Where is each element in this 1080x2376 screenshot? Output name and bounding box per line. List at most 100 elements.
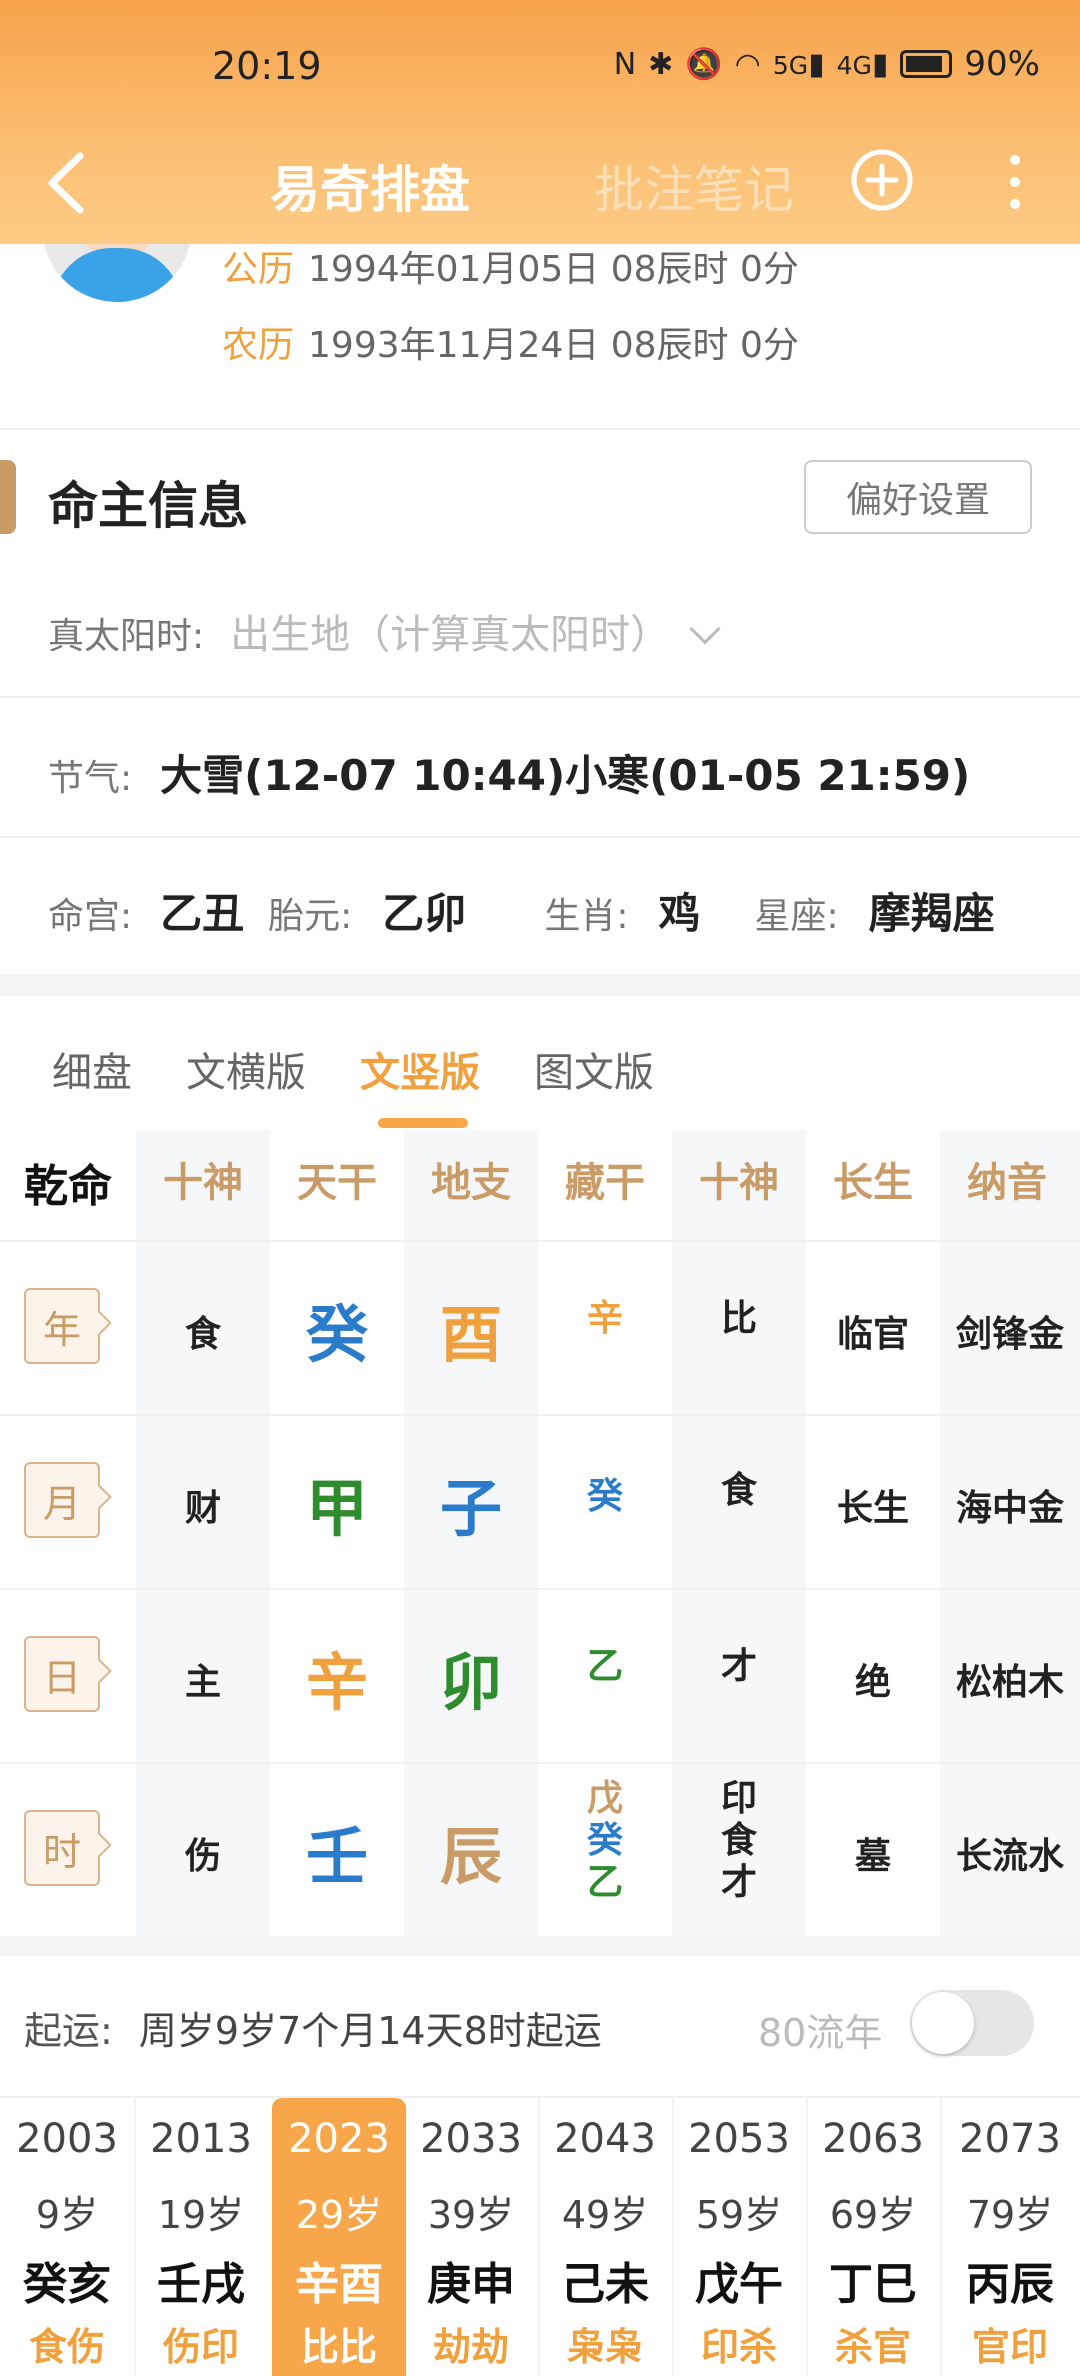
luck-year: 2073 <box>959 2116 1061 2162</box>
year-life-stage: 临官 <box>836 1314 909 1355</box>
luck-column[interactable]: 2053 59岁 戊午 印杀 <box>672 2098 806 2376</box>
column-bg <box>940 1130 1080 1936</box>
luck-age: 69岁 <box>829 2193 917 2237</box>
luck-column[interactable]: 2073 79岁 丙辰 官印 <box>940 2098 1080 2376</box>
status-bar: 20:19 N ✱ 🔕 ◠ 5G▮ 4G▮ 90% <box>0 0 1080 130</box>
header-life-stage: 长生 <box>833 1160 913 1206</box>
day-hidden-ten-god: 才 <box>720 1646 757 1687</box>
tab-text-horizontal[interactable]: 文横版 <box>186 1040 306 1098</box>
luck-start-label: 起运: <box>24 2009 113 2053</box>
signal-5g-icon: 5G▮ <box>772 46 825 82</box>
luck-divider <box>806 2098 808 2376</box>
luck-divider <box>538 2098 540 2376</box>
day-nayin: 松柏木 <box>955 1662 1064 1703</box>
toggle-knob <box>912 1992 974 2054</box>
liunian-toggle[interactable] <box>910 1990 1034 2056</box>
hour-ten-god: 伤 <box>184 1836 221 1877</box>
header-heavenly-stem: 天干 <box>297 1160 377 1206</box>
net1-label: 5G <box>772 50 809 80</box>
luck-column[interactable]: 2013 19岁 壬戌 伤印 <box>134 2098 268 2376</box>
luck-age: 39岁 <box>427 2193 515 2237</box>
luck-year: 2063 <box>822 2116 924 2162</box>
pillar-day-tag[interactable]: 日 <box>24 1636 100 1712</box>
zodiac-label: 生肖: <box>544 896 629 937</box>
tab-detail[interactable]: 细盘 <box>52 1040 132 1098</box>
hour-nayin: 长流水 <box>955 1836 1064 1877</box>
true-solar-time-row[interactable]: 真太阳时: 出生地（计算真太阳时） <box>48 602 721 660</box>
luck-divider <box>672 2098 674 2376</box>
solar-tag: 公历 <box>222 249 295 290</box>
luck-ten-gods: 印杀 <box>700 2325 777 2369</box>
constellation-label: 星座: <box>754 896 839 937</box>
luck-column[interactable]: 2003 9岁 癸亥 食伤 <box>0 2098 134 2376</box>
active-tab-indicator <box>378 1118 468 1128</box>
battery-icon <box>900 50 953 78</box>
luck-age: 29岁 <box>295 2193 383 2237</box>
luck-column[interactable]: 2043 49岁 己未 枭枭 <box>538 2098 672 2376</box>
solar-date-row: 公历 1994年01月05日 08辰时 0分 <box>222 240 799 292</box>
column-bg <box>136 1130 270 1936</box>
luck-ganzhi: 壬戌 <box>157 2259 245 2310</box>
year-stem: 癸 <box>305 1298 368 1371</box>
luck-ten-gods: 杀官 <box>834 2325 911 2369</box>
month-hidden-stem: 癸 <box>586 1476 623 1517</box>
luck-year: 2013 <box>150 2116 252 2162</box>
true-solar-select[interactable]: 出生地（计算真太阳时） <box>230 602 670 660</box>
pillar-month-tag[interactable]: 月 <box>24 1462 100 1538</box>
status-icons: N ✱ 🔕 ◠ 5G▮ 4G▮ 90% <box>614 44 1040 84</box>
net2-label: 4G <box>836 50 872 80</box>
zodiac-value: 鸡 <box>658 889 701 938</box>
luck-ten-gods: 比比 <box>300 2325 377 2369</box>
pillar-year-tag[interactable]: 年 <box>24 1288 100 1364</box>
hour-hidden-stem-2: 癸 <box>586 1820 623 1861</box>
solar-date: 1994年01月05日 08辰时 0分 <box>308 249 799 290</box>
taiyuan-label: 胎元: <box>268 896 353 937</box>
tab-text-vertical[interactable]: 文竖版 <box>360 1040 480 1098</box>
luck-ganzhi: 己未 <box>561 2259 649 2310</box>
luck-age: 19岁 <box>157 2193 245 2237</box>
year-hidden-stem: 辛 <box>586 1298 623 1339</box>
gray-separator <box>0 974 1080 996</box>
row-divider <box>0 1414 1080 1416</box>
chevron-down-icon[interactable] <box>689 613 721 645</box>
luck-column[interactable]: 2033 39岁 庚申 劫劫 <box>404 2098 538 2376</box>
pillar-hour-tag[interactable]: 时 <box>24 1810 100 1886</box>
luck-column[interactable]: 2063 69岁 丁巳 杀官 <box>806 2098 940 2376</box>
luck-ganzhi: 丙辰 <box>966 2259 1054 2310</box>
luck-ganzhi: 癸亥 <box>23 2259 111 2310</box>
luck-column-active[interactable]: 2023 29岁 辛酉 比比 <box>272 2098 406 2376</box>
day-life-stage: 绝 <box>854 1662 891 1703</box>
luck-start-row: 起运: 周岁9岁7个月14天8时起运 <box>24 2000 602 2055</box>
wifi-icon: ◠ <box>734 46 761 82</box>
divider <box>0 696 1080 698</box>
minggong-label: 命宫: <box>48 896 133 937</box>
tab-graphic[interactable]: 图文版 <box>534 1040 654 1098</box>
gender-label: 乾命 <box>24 1161 112 1212</box>
hour-hidden-stem-1: 戊 <box>586 1778 623 1819</box>
back-icon[interactable] <box>40 148 100 218</box>
solar-terms-row: 节气: 大雪(12-07 10:44)小寒(01-05 21:59) <box>48 742 970 803</box>
luck-divider <box>940 2098 942 2376</box>
luck-year: 2003 <box>16 2116 118 2162</box>
more-icon[interactable] <box>1000 150 1030 214</box>
lunar-tag: 农历 <box>222 325 295 366</box>
section-accent-bar <box>0 460 16 534</box>
day-stem: 辛 <box>305 1646 368 1719</box>
month-hidden-ten-god: 食 <box>720 1470 757 1511</box>
preference-settings-button[interactable]: 偏好设置 <box>804 460 1032 534</box>
luck-divider <box>134 2098 136 2376</box>
header-hidden-stem: 藏干 <box>565 1160 645 1206</box>
liunian-label: 80流年 <box>758 2011 883 2055</box>
extra-info-row: 命宫: 乙丑 胎元: 乙卯 生肖: 鸡 星座: 摩羯座 <box>48 880 995 941</box>
month-nayin: 海中金 <box>955 1488 1064 1529</box>
month-ten-god: 财 <box>184 1488 221 1529</box>
page-title: 易奇排盘 <box>270 161 470 219</box>
year-nayin: 剑锋金 <box>955 1314 1064 1355</box>
hour-hidden-ten-god-3: 才 <box>720 1862 757 1903</box>
app-header: 20:19 N ✱ 🔕 ◠ 5G▮ 4G▮ 90% 易奇排盘 批注笔记 <box>0 0 1080 244</box>
hour-branch: 辰 <box>439 1820 502 1893</box>
add-icon[interactable] <box>850 148 914 212</box>
luck-age: 49岁 <box>561 2193 649 2237</box>
notes-link[interactable]: 批注笔记 <box>594 150 794 222</box>
divider <box>0 836 1080 838</box>
